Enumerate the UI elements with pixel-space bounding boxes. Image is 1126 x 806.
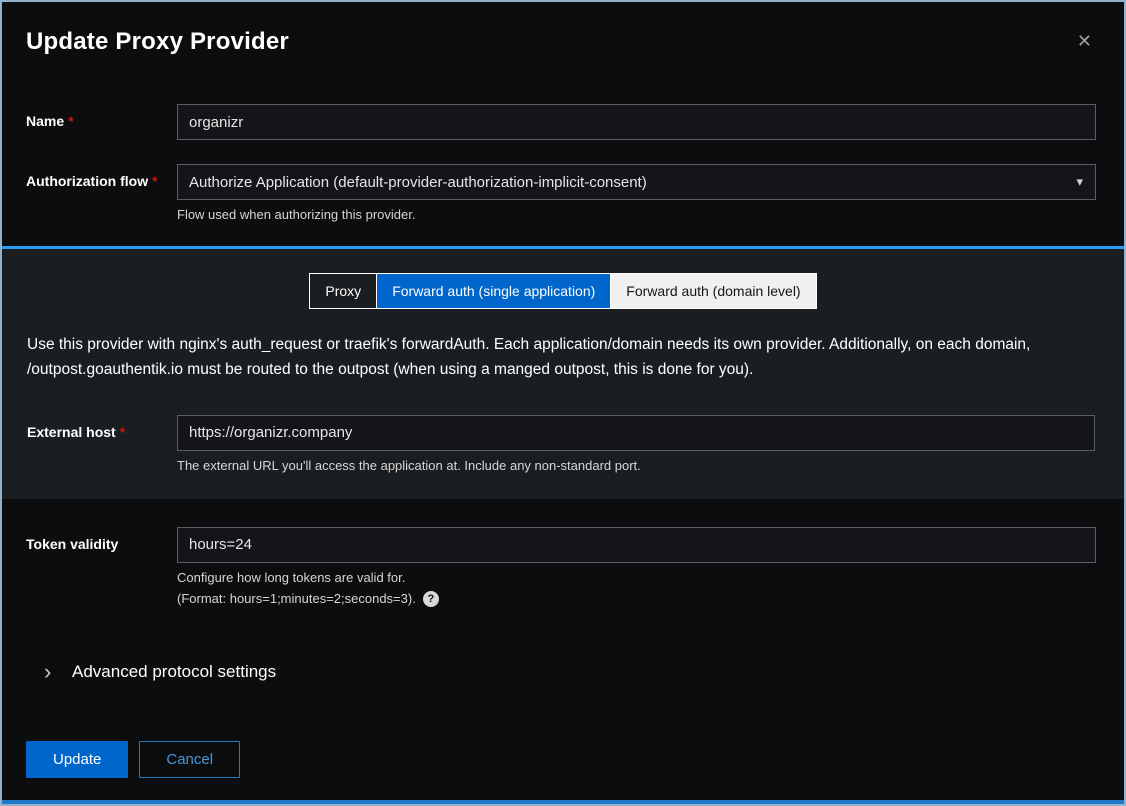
- name-label-text: Name: [26, 113, 64, 129]
- update-button[interactable]: Update: [26, 741, 128, 778]
- external-host-control: The external URL you'll access the appli…: [177, 415, 1095, 473]
- advanced-protocol-settings-label: Advanced protocol settings: [72, 662, 276, 682]
- cancel-button[interactable]: Cancel: [139, 741, 240, 778]
- page-title: Update Proxy Provider: [26, 28, 289, 56]
- update-proxy-provider-modal: { "modal": { "title": "Update Proxy Prov…: [0, 0, 1126, 806]
- name-control: [177, 104, 1096, 140]
- token-validity-row: Token validity Configure how long tokens…: [26, 527, 1096, 607]
- name-input[interactable]: [177, 104, 1096, 140]
- authorization-flow-row: Authorization flow* Authorize Applicatio…: [26, 164, 1096, 222]
- authorization-flow-control: Authorize Application (default-provider-…: [177, 164, 1096, 222]
- required-asterisk: *: [120, 424, 125, 440]
- authorization-flow-help: Flow used when authorizing this provider…: [177, 207, 1096, 222]
- advanced-protocol-settings-expander[interactable]: › Advanced protocol settings: [26, 661, 1100, 683]
- token-validity-control: Configure how long tokens are valid for.…: [177, 527, 1096, 607]
- tab-proxy[interactable]: Proxy: [310, 274, 376, 308]
- chevron-down-icon: ▾: [1076, 174, 1083, 190]
- close-icon[interactable]: ✕: [1073, 28, 1096, 54]
- authorization-flow-label: Authorization flow*: [26, 164, 177, 222]
- token-validity-help: Configure how long tokens are valid for.: [177, 570, 1096, 585]
- required-asterisk: *: [68, 113, 73, 129]
- external-host-help: The external URL you'll access the appli…: [177, 458, 1095, 473]
- name-label: Name*: [26, 104, 177, 140]
- tab-forward-auth-single-application[interactable]: Forward auth (single application): [376, 274, 610, 308]
- token-validity-format-text: (Format: hours=1;minutes=2;seconds=3).: [177, 591, 416, 606]
- mode-toggle-group-inner: Proxy Forward auth (single application) …: [309, 273, 816, 309]
- window-bottom-accent: [2, 800, 1124, 804]
- external-host-input[interactable]: [177, 415, 1095, 451]
- token-validity-input[interactable]: [177, 527, 1096, 563]
- token-validity-format-help: (Format: hours=1;minutes=2;seconds=3). ?: [177, 591, 1096, 607]
- name-field-row: Name*: [26, 104, 1096, 140]
- modal-header: Update Proxy Provider ✕: [2, 2, 1124, 56]
- authorization-flow-label-text: Authorization flow: [26, 173, 148, 189]
- tab-forward-auth-domain-level[interactable]: Forward auth (domain level): [610, 274, 815, 308]
- token-validity-label: Token validity: [26, 527, 177, 607]
- mode-description: Use this provider with nginx's auth_requ…: [27, 333, 1067, 383]
- external-host-label: External host*: [27, 415, 177, 473]
- token-validity-label-text: Token validity: [26, 536, 118, 552]
- modal-footer: Update Cancel: [26, 741, 1100, 778]
- mode-toggle-group: Proxy Forward auth (single application) …: [27, 273, 1099, 309]
- authorization-flow-select[interactable]: Authorize Application (default-provider-…: [177, 164, 1096, 200]
- chevron-right-icon: ›: [26, 661, 72, 683]
- external-host-label-text: External host: [27, 424, 116, 440]
- external-host-row: External host* The external URL you'll a…: [27, 415, 1099, 473]
- proxy-mode-card: Proxy Forward auth (single application) …: [2, 246, 1124, 499]
- help-icon[interactable]: ?: [423, 591, 439, 607]
- required-asterisk: *: [152, 173, 157, 189]
- authorization-flow-selected-value: Authorize Application (default-provider-…: [189, 174, 647, 191]
